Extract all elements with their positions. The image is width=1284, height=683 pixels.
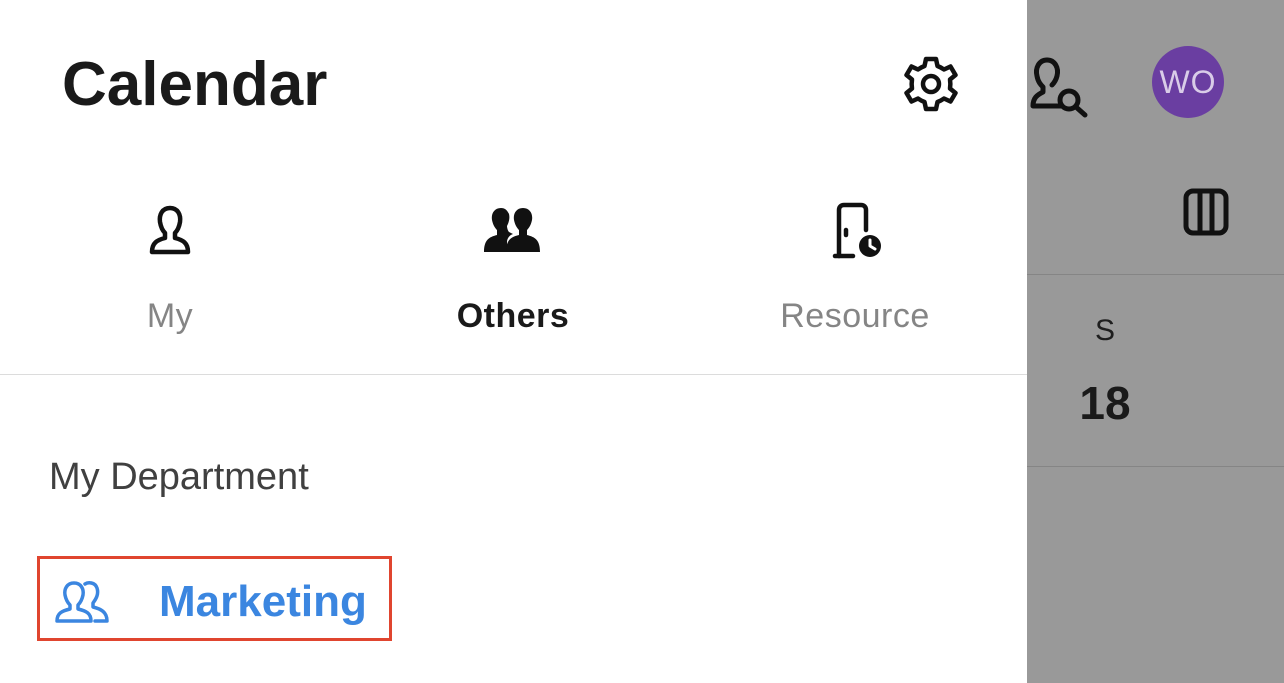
tab-label: Others xyxy=(456,297,570,335)
gear-icon[interactable] xyxy=(902,55,960,113)
divider-line xyxy=(1027,274,1284,275)
page-title: Calendar xyxy=(62,50,328,119)
department-item-marketing[interactable]: Marketing xyxy=(37,556,392,641)
person-icon xyxy=(149,205,191,255)
background-overlay[interactable]: WO S 18 xyxy=(1027,0,1284,683)
person-search-icon[interactable] xyxy=(1029,52,1091,118)
user-avatar[interactable]: WO xyxy=(1152,46,1224,118)
tab-others[interactable]: Others xyxy=(403,200,623,350)
department-label: Marketing xyxy=(159,577,367,626)
tab-label: My xyxy=(146,297,194,335)
people-icon xyxy=(484,208,540,252)
door-clock-icon xyxy=(832,202,881,259)
calendar-drawer: Calendar My Others Resource My Departmen… xyxy=(0,0,1027,683)
day-letter: S xyxy=(1094,314,1115,347)
tab-label: Resource xyxy=(780,297,930,335)
columns-icon[interactable] xyxy=(1183,188,1229,236)
day-number[interactable]: 18 xyxy=(1065,376,1145,430)
tabs-divider xyxy=(0,374,1027,375)
section-title: My Department xyxy=(49,456,309,498)
group-icon xyxy=(55,581,109,623)
divider-line xyxy=(1027,466,1284,467)
app-root: WO S 18 Calendar My Others Resource My D… xyxy=(0,0,1284,683)
tab-resource[interactable]: Resource xyxy=(745,200,965,350)
tab-my[interactable]: My xyxy=(60,200,280,350)
